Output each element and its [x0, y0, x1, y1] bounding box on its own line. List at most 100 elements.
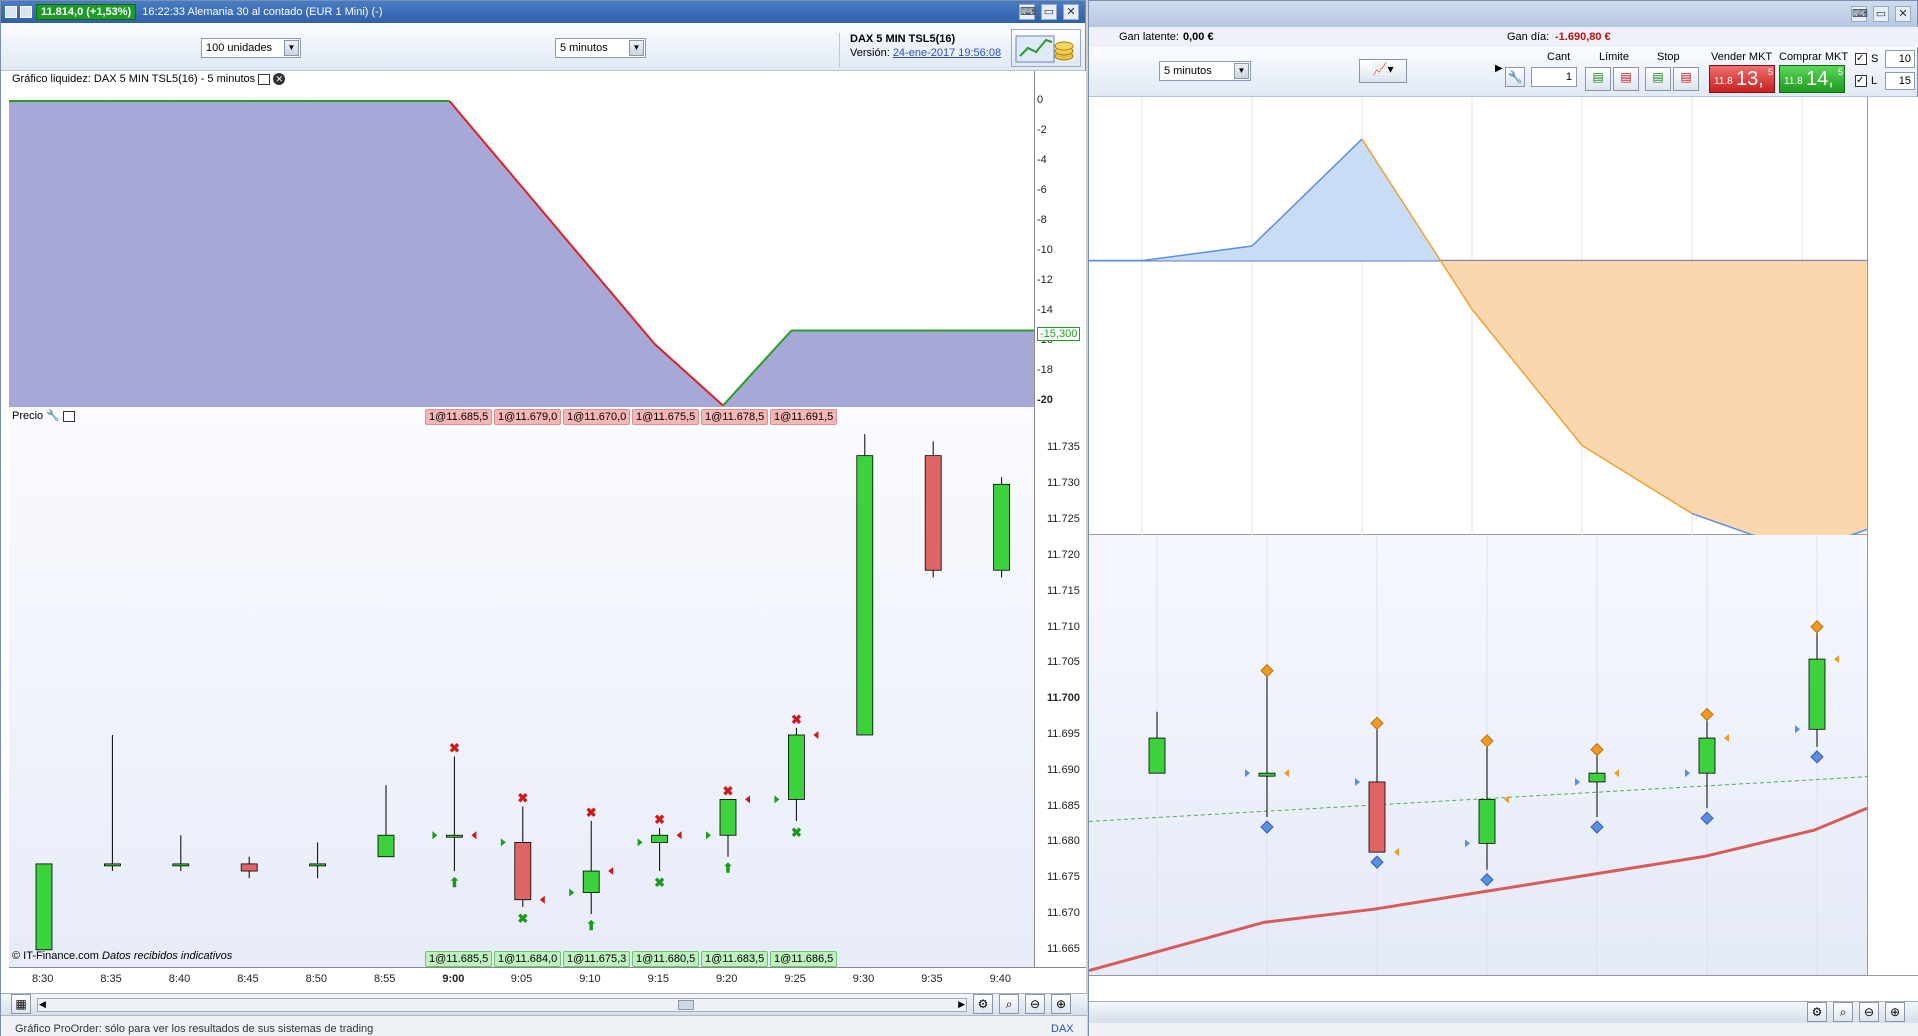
exit-diamond-icon: [1260, 663, 1274, 678]
scroll-left-icon[interactable]: ◀: [39, 999, 46, 1010]
price-tick-label: 11.725: [1047, 513, 1080, 526]
candle-body: [1368, 781, 1386, 853]
cant-value: 1: [1565, 71, 1572, 83]
chevron-down-icon[interactable]: ▼: [629, 40, 644, 56]
s-checkbox[interactable]: ✓: [1855, 53, 1867, 65]
timeframe-combo[interactable]: 5 minutos ▼: [555, 38, 646, 58]
time-tick-label: 9:35: [921, 973, 943, 985]
wrench-icon[interactable]: 🔧: [1505, 67, 1525, 87]
exit-marker-icon: ✖: [449, 740, 460, 755]
exit-price-tag: 1@11.684,0: [494, 951, 562, 967]
version-link[interactable]: 24-ene-2017 19:56:08: [893, 47, 1001, 59]
zoom-in-icon[interactable]: ⊕: [1051, 994, 1071, 1014]
exit-price-tag: 1@11.685,5: [425, 951, 493, 967]
order-panel: ▶ 🔧 Cant 1 Límite ▤ ▤ Stop ▤ ▤ Vender MK…: [1495, 49, 1918, 95]
chevron-down-icon[interactable]: ▼: [1234, 63, 1249, 79]
pnl-bar: Gan latente: 0,00 € Gan día: -1.690,80 €: [1089, 27, 1918, 47]
right-price-chart: [1089, 535, 1867, 991]
l-input[interactable]: 15: [1885, 72, 1915, 90]
sell-market-button[interactable]: 11.8 13, 5: [1709, 65, 1775, 93]
minimize-button[interactable]: ▭: [1041, 4, 1057, 20]
exit-triangle-icon: [1284, 769, 1289, 778]
candle-body: [651, 834, 668, 843]
candle-body: [993, 483, 1010, 571]
price-tick-label: 11.675: [1047, 871, 1080, 884]
exit-triangle-icon: [471, 831, 477, 840]
minimize-button[interactable]: ▭: [1873, 6, 1889, 22]
stop-sell-icon[interactable]: ▤: [1673, 67, 1699, 91]
close-button[interactable]: ✕: [1063, 4, 1079, 20]
left-bottom-bar: ▦ ◀ ▶ ⚙ ⌕ ⊖ ⊕: [1, 993, 1087, 1015]
exit-triangle-icon: [676, 831, 682, 840]
close-pane-icon[interactable]: ✕: [273, 73, 286, 86]
l-checkbox[interactable]: ✓: [1855, 75, 1867, 87]
close-button[interactable]: ✕: [1895, 6, 1911, 22]
right-timeframe-combo[interactable]: 5 minutos ▼: [1159, 61, 1251, 81]
title-price-badge: 11.814,0 (+1,53%): [36, 4, 137, 20]
right-title-bar: [1089, 1, 1917, 27]
liquidity-tick-label: -10: [1037, 244, 1053, 256]
scroll-right-icon[interactable]: ▶: [958, 999, 965, 1010]
exit-diamond-icon: [1700, 707, 1714, 722]
left-title-bar: 11.814,0 (+1,53%) 16:22:33 Alemania 30 a…: [1, 1, 1085, 23]
liquidity-tick-label: -8: [1037, 214, 1047, 226]
liquidity-tick-label: -4: [1037, 154, 1047, 166]
entry-triangle-icon: [637, 838, 643, 847]
price-tick-label: 11.705: [1047, 656, 1080, 669]
chart-type-icon[interactable]: 📈▾: [1359, 59, 1407, 83]
play-icon[interactable]: ▶: [1495, 63, 1503, 74]
gan-dia-label: Gan día:: [1507, 31, 1550, 43]
buy-market-button[interactable]: 11.8 14, 5: [1779, 65, 1845, 93]
liquidity-area: [9, 101, 1034, 407]
right-chart-window: ⌨ ▭ ✕ Gan latente: 0,00 € Gan día: -1.69…: [1088, 0, 1918, 1036]
limit-sell-icon[interactable]: ▤: [1613, 67, 1639, 91]
indicator-icon[interactable]: ⚙: [973, 994, 993, 1014]
candle-body: [788, 734, 805, 800]
entry-triangle-icon: [1685, 769, 1690, 778]
entry-arrow-icon: ✖: [517, 911, 528, 926]
zoom-fit-icon[interactable]: ⌕: [999, 994, 1019, 1014]
limit-buy-icon[interactable]: ▤: [1585, 67, 1611, 91]
export-icon[interactable]: ▦: [11, 994, 31, 1014]
right-time-axis: [1089, 975, 1918, 1001]
zoom-out-icon[interactable]: ⊖: [1859, 1002, 1879, 1022]
candle-body: [1588, 772, 1606, 783]
keyboard-icon[interactable]: ⌨: [1019, 4, 1036, 20]
cant-input[interactable]: 1: [1531, 67, 1577, 87]
entry-diamond-icon: [1700, 811, 1714, 825]
copyright-text: © IT-Finance.com: [12, 950, 99, 962]
gan-dia-value: -1.690,80 €: [1555, 31, 1611, 43]
entry-triangle-icon: [1355, 777, 1360, 786]
zoom-in-icon[interactable]: ⊕: [1885, 1002, 1905, 1022]
version-label: Versión:: [850, 47, 890, 59]
limite-label: Límite: [1599, 51, 1629, 63]
cant-label: Cant: [1547, 51, 1571, 63]
stop-buy-icon[interactable]: ▤: [1645, 67, 1671, 91]
exit-triangle-icon: [539, 895, 545, 904]
equity-negative-area: [1440, 260, 1867, 535]
entry-triangle-icon: [706, 831, 711, 840]
indicator-icon[interactable]: ⚙: [1807, 1002, 1827, 1022]
candle-body: [582, 870, 600, 893]
status-right: DAX: [1051, 1023, 1074, 1035]
maximize-pane-icon[interactable]: [258, 73, 271, 85]
s-input[interactable]: 10: [1885, 50, 1915, 68]
exit-triangle-icon: [1394, 848, 1399, 857]
exit-triangle-icon: [1834, 655, 1839, 664]
exit-triangle-icon: [608, 867, 614, 876]
liquidity-tick-label: -2: [1037, 124, 1047, 136]
exit-diamond-icon: [1370, 716, 1384, 730]
zoom-out-icon[interactable]: ⊖: [1025, 994, 1045, 1014]
entry-arrow-icon: ✖: [654, 875, 665, 890]
units-combo[interactable]: 100 unidades ▼: [201, 38, 301, 58]
scroll-thumb[interactable]: [678, 1000, 694, 1010]
liquidity-tick-label: -14: [1037, 304, 1053, 316]
time-tick-label: 9:10: [579, 973, 601, 985]
chevron-down-icon[interactable]: ▼: [284, 40, 299, 56]
keyboard-icon[interactable]: ⌨: [1851, 6, 1868, 22]
horizontal-scrollbar[interactable]: ◀ ▶: [37, 998, 967, 1012]
zoom-fit-icon[interactable]: ⌕: [1833, 1002, 1853, 1022]
price-tick-label: 11.695: [1047, 727, 1080, 740]
chart-portfolio-icon[interactable]: [1011, 29, 1081, 67]
entry-diamond-icon: [1810, 750, 1824, 764]
